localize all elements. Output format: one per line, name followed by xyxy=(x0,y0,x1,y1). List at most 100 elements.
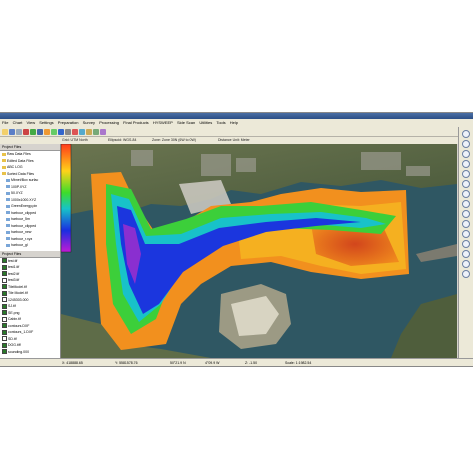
export-icon[interactable] xyxy=(462,270,470,278)
layer-checkbox[interactable] xyxy=(2,297,7,303)
easting-readout: X: 418888.65 xyxy=(62,361,83,365)
layer-checkbox[interactable] xyxy=(2,323,7,329)
layers-list: test.tif test1.tif test2.tif test3.tif TileM… xyxy=(0,258,60,356)
menu-settings[interactable]: Settings xyxy=(39,120,53,125)
file-icon xyxy=(6,191,10,195)
menu-hysweep[interactable]: HYSWEEP xyxy=(153,120,173,125)
grid-icon[interactable] xyxy=(51,128,57,135)
zone-label: Zone: Zone 30N (6W to 0W) xyxy=(152,138,196,142)
record-icon[interactable] xyxy=(23,128,29,135)
folder-icon xyxy=(2,159,6,163)
menu-preparation[interactable]: Preparation xyxy=(58,120,79,125)
matrix-icon[interactable] xyxy=(79,128,85,135)
files-tree: Raw Data Files Edited Data Files ABC LOG So… xyxy=(0,151,60,249)
ellipsoid-label: Ellipsoid: WGS-84 xyxy=(108,138,137,142)
file-icon xyxy=(6,178,10,182)
menu-side-scan[interactable]: Side Scan xyxy=(177,120,195,125)
track-icon[interactable] xyxy=(462,210,470,218)
file-icon xyxy=(6,224,10,228)
center-boat-icon[interactable] xyxy=(462,190,470,198)
layer-checkbox[interactable] xyxy=(2,342,7,348)
coordinate-status-bar: X: 418888.65 Y: 5581578.76 50°21.9 N 4°0… xyxy=(0,358,473,366)
layer-checkbox[interactable] xyxy=(2,264,7,270)
files-panel-title: Project Files xyxy=(0,144,60,151)
measure-icon[interactable] xyxy=(462,170,470,178)
file-tree-item[interactable]: harbour_gl xyxy=(0,242,60,249)
layers-toggle-icon[interactable] xyxy=(462,220,470,228)
file-icon xyxy=(6,243,10,247)
play-icon[interactable] xyxy=(30,128,36,135)
layers-panel-title: Project Files xyxy=(0,250,60,258)
layer-checkbox[interactable] xyxy=(2,329,7,335)
layers-icon[interactable] xyxy=(44,128,50,135)
print-icon[interactable] xyxy=(16,128,22,135)
layer-checkbox[interactable] xyxy=(2,349,7,355)
layer-checkbox[interactable] xyxy=(2,303,7,309)
menu-file[interactable]: File xyxy=(2,120,8,125)
north-up-icon[interactable] xyxy=(462,200,470,208)
menu-bar: File Chart View Settings Preparation Sur… xyxy=(0,119,473,127)
zoom-in-icon[interactable] xyxy=(462,130,470,138)
pan-icon[interactable] xyxy=(65,128,71,135)
info-icon[interactable] xyxy=(462,240,470,248)
globe-icon[interactable] xyxy=(37,128,43,135)
northing-readout: Y: 5581578.76 xyxy=(115,361,138,365)
zoom-extents-icon[interactable] xyxy=(462,150,470,158)
menu-processing[interactable]: Processing xyxy=(99,120,119,125)
geodesy-bar: Grid: UTM North Ellipsoid: WGS-84 Zone: … xyxy=(0,137,473,144)
print-map-icon[interactable] xyxy=(462,260,470,268)
scale-readout: Scale: 1:1982.54 xyxy=(285,361,312,365)
map-canvas[interactable] xyxy=(61,144,457,358)
settings-icon[interactable] xyxy=(462,250,470,258)
toolbar xyxy=(0,127,473,137)
longitude-readout: 4°09.9 W xyxy=(205,361,220,365)
menu-tools[interactable]: Tools xyxy=(216,120,225,125)
tide-icon[interactable] xyxy=(86,128,92,135)
menu-chart[interactable]: Chart xyxy=(13,120,23,125)
target-icon[interactable] xyxy=(462,230,470,238)
open-icon[interactable] xyxy=(2,128,8,135)
file-icon xyxy=(6,185,10,189)
map-view[interactable] xyxy=(61,144,457,358)
latitude-readout: 50°21.9 N xyxy=(170,361,186,365)
file-icon xyxy=(6,211,10,215)
depth-color-legend xyxy=(61,144,72,253)
layer-checkbox[interactable] xyxy=(2,277,7,283)
projection-label: Grid: UTM North xyxy=(62,138,88,142)
redraw-icon[interactable] xyxy=(462,180,470,188)
pan-tool-icon[interactable] xyxy=(462,160,470,168)
layer-checkbox[interactable] xyxy=(2,316,7,322)
layer-checkbox[interactable] xyxy=(2,336,7,342)
layer-checkbox[interactable] xyxy=(2,290,7,296)
boat-icon[interactable] xyxy=(93,128,99,135)
zoom-out-icon[interactable] xyxy=(462,140,470,148)
layer-checkbox[interactable] xyxy=(2,310,7,316)
file-icon xyxy=(6,217,10,221)
layer-checkbox[interactable] xyxy=(2,284,7,290)
folder-icon xyxy=(2,172,6,176)
hypack-window: File Chart View Settings Preparation Sur… xyxy=(0,112,473,367)
layer-label: sounding.000 xyxy=(8,349,30,354)
menu-utilities[interactable]: Utilities xyxy=(199,120,212,125)
sonar-icon[interactable] xyxy=(100,128,106,135)
right-toolbar xyxy=(458,127,473,358)
zoom-icon[interactable] xyxy=(58,128,64,135)
menu-view[interactable]: View xyxy=(26,120,35,125)
file-icon xyxy=(6,237,10,241)
folder-icon xyxy=(2,165,6,169)
menu-final-products[interactable]: Final Products xyxy=(123,120,149,125)
depth-readout: Z: -1.50 xyxy=(245,361,258,365)
folder-icon xyxy=(2,152,6,156)
layer-item[interactable]: sounding.000 xyxy=(0,349,60,356)
layer-checkbox[interactable] xyxy=(2,258,7,264)
project-files-panel: Project Files Raw Data Files Edited Data … xyxy=(0,144,61,358)
units-label: Distance Unit: Meter xyxy=(218,138,250,142)
file-icon xyxy=(6,198,10,202)
ruler-icon[interactable] xyxy=(72,128,78,135)
file-tree-label: harbour_gl xyxy=(11,243,28,247)
layer-checkbox[interactable] xyxy=(2,271,7,277)
file-icon xyxy=(6,230,10,234)
menu-survey[interactable]: Survey xyxy=(83,120,95,125)
save-icon[interactable] xyxy=(9,128,15,135)
menu-help[interactable]: Help xyxy=(230,120,238,125)
